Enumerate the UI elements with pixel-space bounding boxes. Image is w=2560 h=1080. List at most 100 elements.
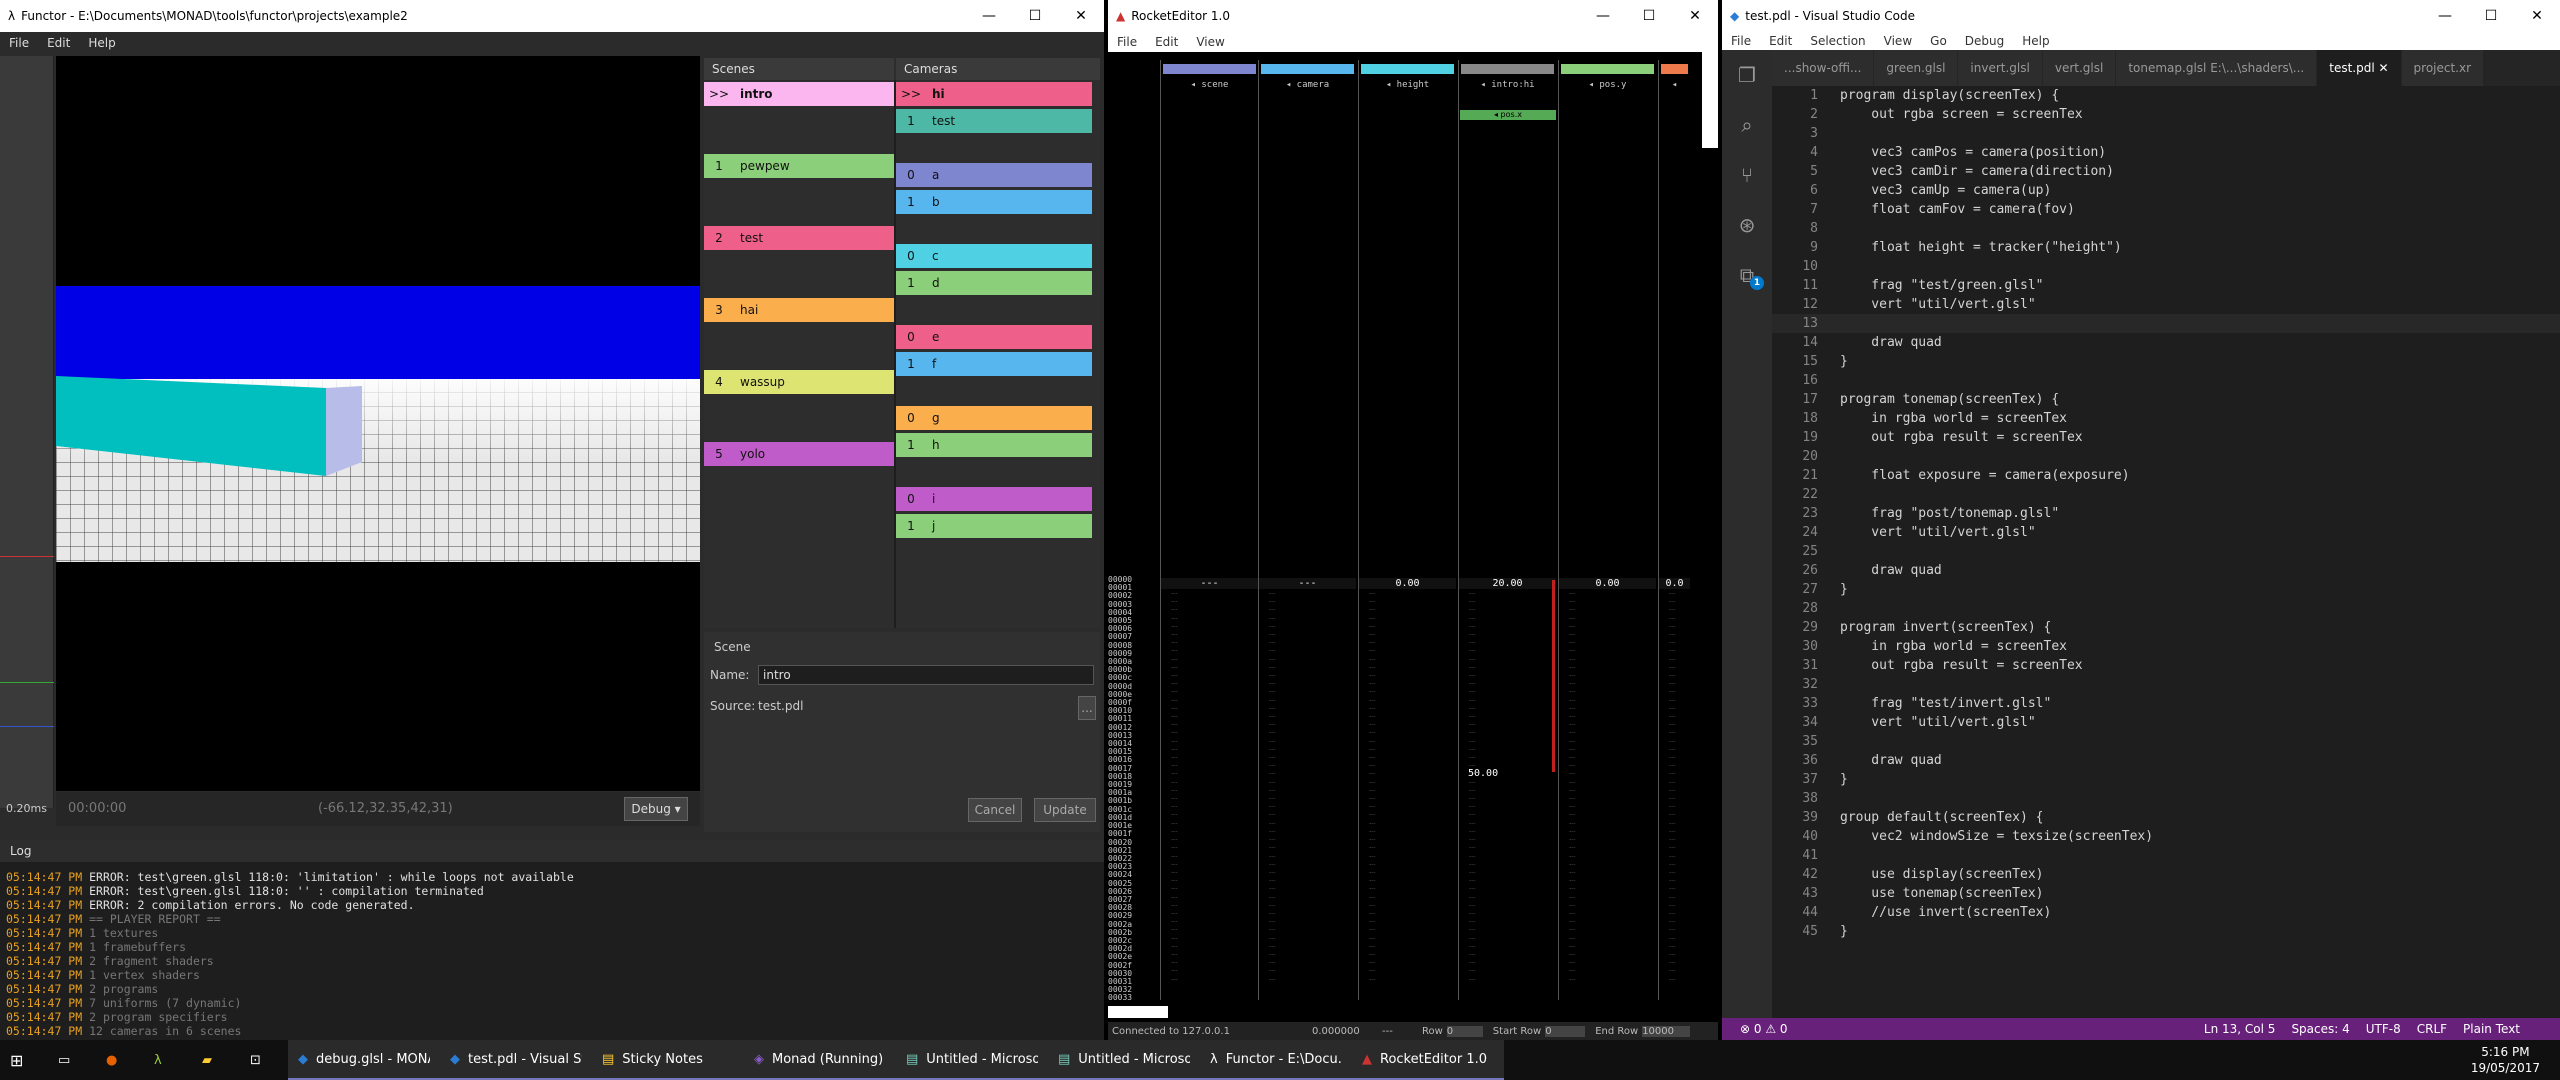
camera-item[interactable]: 1h — [896, 433, 1092, 457]
browse-source-button[interactable]: ... — [1078, 696, 1096, 720]
minimize-icon[interactable]: — — [1580, 0, 1626, 32]
track-header[interactable] — [1163, 64, 1256, 74]
taskbar-item[interactable]: ◈ Monad (Running) -... — [744, 1040, 896, 1080]
file-explorer-icon[interactable]: ▰ — [192, 1040, 240, 1080]
taskbar-item[interactable]: ◆ debug.glsl - MONA... — [288, 1040, 440, 1080]
scene-item[interactable]: 2 test — [704, 226, 894, 250]
vscode-menu-view[interactable]: View — [1875, 34, 1921, 48]
vscode-titlebar[interactable]: ◆ test.pdl - Visual Studio Code — ☐ ✕ — [1722, 0, 2560, 32]
taskbar-item[interactable]: ▤ Sticky Notes — [592, 1040, 744, 1080]
track-column[interactable]: ◂ height 0.00 --- --- --- --- --- --- --- … — [1358, 60, 1456, 1000]
explorer-icon[interactable]: ❐ — [1722, 50, 1772, 100]
camera-item[interactable]: 0c — [896, 244, 1092, 268]
scene-item[interactable]: 4 wassup — [704, 370, 894, 394]
functor-menu-file[interactable]: File — [0, 36, 38, 50]
track-header[interactable] — [1561, 64, 1654, 74]
editor-tab[interactable]: test.pdl ✕ — [2317, 50, 2402, 86]
close-icon[interactable]: ✕ — [1058, 0, 1104, 32]
source-control-icon[interactable]: ⑂ — [1722, 150, 1772, 200]
camera-item[interactable]: 1b — [896, 190, 1092, 214]
scene-item[interactable]: >> intro — [704, 82, 894, 106]
indentation[interactable]: Spaces: 4 — [2291, 1022, 2349, 1036]
camera-item[interactable]: 0a — [896, 163, 1092, 187]
maximize-icon[interactable]: ☐ — [2468, 0, 2514, 32]
camera-item[interactable]: 0g — [896, 406, 1092, 430]
track-column[interactable]: ◂ scene --- --- --- --- --- --- --- --- --… — [1160, 60, 1258, 1000]
cancel-button[interactable]: Cancel — [968, 798, 1022, 822]
debug-icon[interactable]: ⊛ — [1722, 200, 1772, 250]
maximize-icon[interactable]: ☐ — [1626, 0, 1672, 32]
vscode-menu-edit[interactable]: Edit — [1760, 34, 1801, 48]
vscode-menu-debug[interactable]: Debug — [1956, 34, 2013, 48]
clock[interactable]: 5:16 PM 19/05/2017 — [2471, 1044, 2540, 1076]
editor-tab[interactable]: vert.glsl — [2042, 50, 2117, 86]
code-editor[interactable]: 1 program display(screenTex) {2 out rgba … — [1772, 86, 2560, 941]
functor-menu-edit[interactable]: Edit — [38, 36, 79, 50]
editor-tab[interactable]: project.xr — [2401, 50, 2485, 86]
store-icon[interactable]: ⊡ — [240, 1040, 288, 1080]
close-icon[interactable]: ✕ — [2514, 0, 2560, 32]
editor-tab[interactable]: tonemap.glsl E:\...\shaders\... — [2116, 50, 2318, 86]
end-row-value[interactable]: 10000 — [1642, 1025, 1691, 1037]
camera-item[interactable]: 1 test — [896, 109, 1092, 133]
scene-name-input[interactable]: intro — [758, 665, 1094, 685]
rocket-menu-file[interactable]: File — [1108, 35, 1146, 49]
problems-count[interactable]: ⊗ 0 ⚠ 0 — [1740, 1022, 2204, 1036]
update-button[interactable]: Update — [1034, 798, 1096, 822]
track-header[interactable] — [1461, 64, 1554, 74]
rocket-menu-edit[interactable]: Edit — [1146, 35, 1187, 49]
editor-tab[interactable]: invert.glsl — [1958, 50, 2043, 86]
editor-tab[interactable]: ...show-offi... — [1772, 50, 1875, 86]
rocket-titlebar[interactable]: ▲ RocketEditor 1.0 — ☐ ✕ — [1108, 0, 1718, 32]
rocket-menu-view[interactable]: View — [1187, 35, 1233, 49]
language-mode[interactable]: Plain Text — [2463, 1022, 2520, 1036]
taskbar-item[interactable]: ▤ Untitled - Microsof... — [896, 1040, 1048, 1080]
close-icon[interactable]: ✕ — [1672, 0, 1718, 32]
track-header[interactable] — [1361, 64, 1454, 74]
lambda-app-icon[interactable]: λ — [144, 1040, 192, 1080]
start-row-value[interactable]: 0 — [1545, 1025, 1586, 1037]
track-column[interactable]: ◂ pos.y 0.00 --- --- --- --- --- --- --- -… — [1558, 60, 1656, 1000]
maximize-icon[interactable]: ☐ — [1012, 0, 1058, 32]
camera-item[interactable]: 0e — [896, 325, 1092, 349]
scene-item[interactable]: 5 yolo — [704, 442, 894, 466]
task-view-icon[interactable]: ▭ — [48, 1040, 96, 1080]
minimize-icon[interactable]: — — [966, 0, 1012, 32]
taskbar-item[interactable]: λ Functor - E:\Docu... — [1200, 1040, 1352, 1080]
start-windows-icon[interactable]: ⊞ — [0, 1040, 48, 1080]
camera-item[interactable]: 1j — [896, 514, 1092, 538]
vscode-menu-help[interactable]: Help — [2013, 34, 2058, 48]
encoding[interactable]: UTF-8 — [2366, 1022, 2401, 1036]
track-column[interactable]: ◂ camera --- --- --- --- --- --- --- --- -… — [1258, 60, 1356, 1000]
taskbar-item[interactable]: ▲ RocketEditor 1.0 — [1352, 1040, 1504, 1080]
functor-titlebar[interactable]: λ Functor - E:\Documents\MONAD\tools\fun… — [0, 0, 1104, 32]
minimize-icon[interactable]: — — [2422, 0, 2468, 32]
vscode-menu-go[interactable]: Go — [1921, 34, 1956, 48]
row-value[interactable]: 0 — [1446, 1025, 1483, 1037]
extensions-icon[interactable]: ⧉ 1 — [1722, 250, 1772, 300]
timeline-strip[interactable] — [0, 56, 54, 808]
debug-dropdown[interactable]: Debug ▾ — [624, 797, 688, 821]
vscode-menu-file[interactable]: File — [1722, 34, 1760, 48]
camera-item[interactable]: 1f — [896, 352, 1092, 376]
scene-item[interactable]: 3 hai — [704, 298, 894, 322]
firefox-icon[interactable]: ● — [96, 1040, 144, 1080]
track-column[interactable]: ◂ intro:hi 20.00 --- --- --- --- --- --- -… — [1458, 60, 1556, 1000]
editor-tab[interactable]: green.glsl — [1874, 50, 1959, 86]
rocket-scrollbar[interactable] — [1702, 52, 1718, 148]
vscode-menu-selection[interactable]: Selection — [1801, 34, 1874, 48]
camera-item[interactable]: 0i — [896, 487, 1092, 511]
render-viewport[interactable] — [56, 56, 700, 791]
taskbar-item[interactable]: ▤ Untitled - Microsof... — [1048, 1040, 1200, 1080]
functor-menu-help[interactable]: Help — [79, 36, 124, 50]
track-column[interactable]: ◂ 0.0 --- --- --- --- --- --- --- --- ---… — [1658, 60, 1690, 1000]
camera-item[interactable]: 1d — [896, 271, 1092, 295]
camera-item[interactable]: >> hi — [896, 82, 1092, 106]
cursor-position[interactable]: Ln 13, Col 5 — [2204, 1022, 2276, 1036]
taskbar-item[interactable]: ◆ test.pdl - Visual Stu... — [440, 1040, 592, 1080]
track-header[interactable] — [1261, 64, 1354, 74]
scene-item[interactable]: 1 pewpew — [704, 154, 894, 178]
search-icon[interactable]: ⌕ — [1722, 100, 1772, 150]
track-header[interactable] — [1661, 64, 1688, 74]
line-ending[interactable]: CRLF — [2417, 1022, 2447, 1036]
